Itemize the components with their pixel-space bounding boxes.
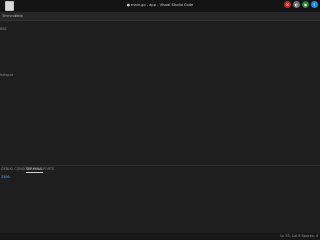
network-icon[interactable]: ◉ — [302, 1, 309, 8]
terminal-panel[interactable]: 3300 — [0, 173, 320, 233]
status-bar: Ln 53, Col 8 Spaces: 4 — [0, 233, 320, 240]
bluetooth-icon[interactable]: ᛒ — [311, 1, 318, 8]
tab-ports[interactable]: PORTS — [43, 167, 54, 172]
status-cursor-position[interactable]: Ln 53, Col 8 Spaces: 4 — [280, 234, 318, 239]
menu-bar: Terminal Help — [0, 12, 320, 21]
menu-help[interactable]: Help — [15, 13, 23, 19]
system-tray: ✕ ◐ ◉ ᛒ — [284, 1, 318, 9]
editor-line: hotspot — [0, 73, 14, 77]
top-bar: ● main.go - app - Visual Studio Code ✕ ◐… — [0, 0, 320, 12]
editor-line: BSE — [0, 27, 7, 31]
terminal-output: 3300 — [1, 175, 10, 179]
speaker-off-icon[interactable]: ✕ — [284, 1, 291, 8]
mask-icon[interactable]: ◐ — [293, 1, 300, 8]
panel-tabs: DEBUG CONSOLE TERMINAL PORTS — [0, 166, 320, 173]
window-title: ● main.go - app - Visual Studio Code — [126, 3, 194, 7]
editor-area[interactable]: BSE hotspot — [0, 21, 320, 165]
